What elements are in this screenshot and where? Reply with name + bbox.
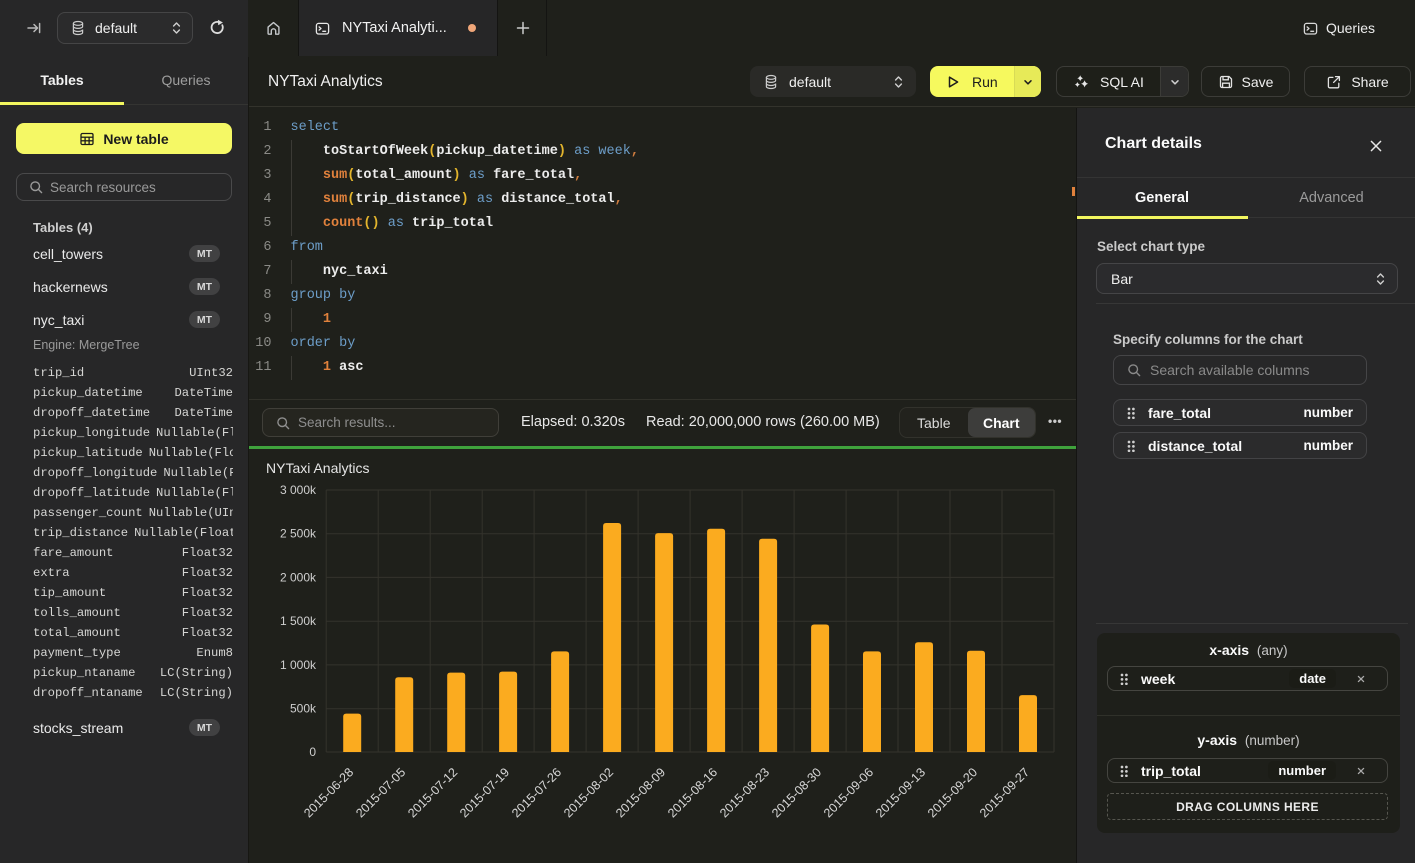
svg-text:2015-09-13: 2015-09-13 (873, 765, 928, 820)
svg-text:2015-07-12: 2015-07-12 (405, 765, 460, 820)
svg-text:1 500k: 1 500k (280, 614, 317, 628)
svg-text:1 000k: 1 000k (280, 658, 317, 672)
svg-text:2 500k: 2 500k (280, 527, 317, 541)
svg-text:2015-07-05: 2015-07-05 (353, 765, 408, 820)
svg-text:0: 0 (309, 745, 316, 759)
svg-text:2015-09-27: 2015-09-27 (977, 765, 1032, 820)
svg-text:2015-08-09: 2015-08-09 (613, 765, 668, 820)
svg-text:2015-07-26: 2015-07-26 (509, 765, 564, 820)
svg-text:2015-09-06: 2015-09-06 (821, 765, 876, 820)
svg-text:2015-08-02: 2015-08-02 (561, 765, 616, 820)
svg-text:3 000k: 3 000k (280, 483, 317, 497)
svg-text:2015-08-16: 2015-08-16 (665, 765, 720, 820)
svg-text:2015-08-30: 2015-08-30 (769, 765, 824, 820)
svg-text:2015-07-19: 2015-07-19 (457, 765, 512, 820)
svg-text:500k: 500k (290, 702, 317, 716)
svg-text:2015-09-20: 2015-09-20 (925, 765, 980, 820)
svg-text:2015-06-28: 2015-06-28 (301, 765, 356, 820)
svg-text:2015-08-23: 2015-08-23 (717, 765, 772, 820)
svg-text:2 000k: 2 000k (280, 570, 317, 584)
